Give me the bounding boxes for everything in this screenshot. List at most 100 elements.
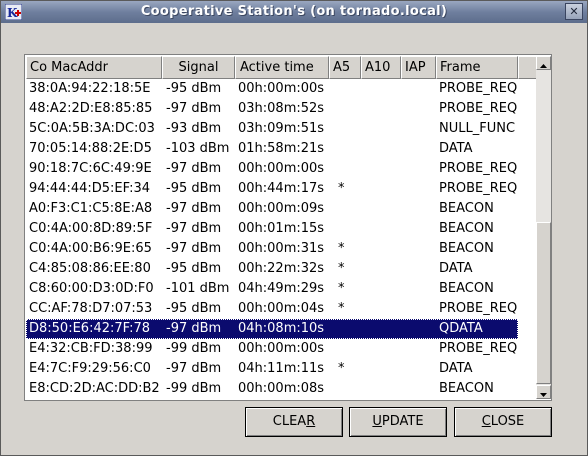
cell-frame: QDATA	[439, 321, 483, 336]
cell-signal: -97 dBm	[166, 161, 222, 176]
cell-a5: *	[338, 241, 345, 256]
cooperative-stations-window: K Cooperative Station's (on tornado.loca…	[0, 0, 588, 456]
stations-table: Co MacAddr Signal Active time A5 A10 IAP…	[24, 54, 552, 401]
column-header-iap[interactable]: IAP	[401, 56, 436, 79]
cell-mac: C0:4A:00:8D:89:5F	[29, 221, 153, 236]
table-row[interactable]: E8:CD:2D:AC:DD:B2 -99 dBm 00h:00m:08s BEACO…	[26, 379, 518, 399]
table-row[interactable]: E4:32:CB:FD:38:99 -99 dBm 00h:00m:00s PROBE…	[26, 339, 518, 359]
cell-mac: 48:A2:2D:E8:85:85	[29, 101, 153, 116]
cell-frame: PROBE_REQ	[439, 341, 518, 356]
table-row[interactable]: A0:F3:C1:C5:8E:A8 -97 dBm 00h:00m:09s BEACO…	[26, 199, 518, 219]
cell-frame: DATA	[439, 141, 473, 156]
cell-active-time: 00h:00m:04s	[238, 301, 325, 316]
cell-frame: BEACON	[439, 281, 494, 296]
cell-frame: PROBE_REQ	[439, 181, 518, 196]
cell-mac: D8:50:E6:42:7F:78	[29, 321, 151, 336]
cell-signal: -93 dBm	[166, 121, 222, 136]
cell-a5: *	[338, 281, 345, 296]
cell-signal: -97 dBm	[166, 101, 222, 116]
column-header-a10[interactable]: A10	[361, 56, 401, 79]
update-button[interactable]: UPDATE	[349, 407, 447, 437]
cell-active-time: 00h:01m:15s	[238, 221, 325, 236]
table-row[interactable]: C4:85:08:86:EE:80 -95 dBm 00h:22m:32s * DATA	[26, 259, 518, 279]
cell-frame: NULL_FUNC	[439, 121, 516, 136]
cell-frame: BEACON	[439, 221, 494, 236]
cell-active-time: 03h:09m:51s	[238, 121, 325, 136]
cell-active-time: 00h:00m:00s	[238, 341, 325, 356]
scrollbar-thumb[interactable]	[536, 222, 551, 384]
column-header-signal[interactable]: Signal	[162, 56, 235, 79]
close-window-button[interactable]: ✕	[565, 3, 583, 20]
window-title: Cooperative Station's (on tornado.local)	[140, 4, 448, 19]
cell-signal: -95 dBm	[166, 261, 222, 276]
cell-active-time: 04h:49m:29s	[238, 281, 325, 296]
column-header-mac[interactable]: Co MacAddr	[26, 56, 162, 79]
cell-a5: *	[338, 361, 345, 376]
cell-signal: -95 dBm	[166, 181, 222, 196]
cell-active-time: 03h:08m:52s	[238, 101, 325, 116]
title-bar[interactable]: K Cooperative Station's (on tornado.loca…	[1, 1, 587, 23]
table-row[interactable]: 70:05:14:88:2E:D5 -103 dBm 01h:58m:21s DATA	[26, 139, 518, 159]
cell-active-time: 00h:22m:32s	[238, 261, 325, 276]
table-row[interactable]: C0:4A:00:8D:89:5F -97 dBm 00h:01m:15s BEACO…	[26, 219, 518, 239]
close-icon: ✕	[569, 5, 579, 18]
column-header-active-time[interactable]: Active time	[235, 56, 329, 79]
column-header-a5[interactable]: A5	[329, 56, 361, 79]
table-row[interactable]: CC:AF:78:D7:07:53 -95 dBm 00h:00m:04s * PROB…	[26, 299, 518, 319]
cell-mac: 38:0A:94:22:18:5E	[29, 81, 151, 96]
cell-mac: 5C:0A:5B:3A:DC:03	[29, 121, 155, 136]
cell-active-time: 00h:00m:08s	[238, 381, 325, 396]
cell-mac: A0:F3:C1:C5:8E:A8	[29, 201, 153, 216]
cell-frame: DATA	[439, 261, 473, 276]
cell-frame: DATA	[439, 361, 473, 376]
column-header-frame[interactable]: Frame	[436, 56, 518, 79]
cell-signal: -97 dBm	[166, 201, 222, 216]
cell-active-time: 00h:44m:17s	[238, 181, 325, 196]
cell-active-time: 00h:00m:09s	[238, 201, 325, 216]
table-row-selected[interactable]: D8:50:E6:42:7F:78 -97 dBm 04h:08m:10s QDATA	[26, 319, 518, 339]
cell-mac: E8:CD:2D:AC:DD:B2	[29, 381, 160, 396]
scroll-down-button[interactable]	[536, 385, 551, 399]
cell-a5: *	[338, 261, 345, 276]
cell-active-time: 04h:08m:10s	[238, 321, 325, 336]
cell-signal: -101 dBm	[166, 281, 230, 296]
cell-frame: BEACON	[439, 201, 494, 216]
table-row[interactable]: 48:A2:2D:E8:85:85 -97 dBm 03h:08m:52s PROBE…	[26, 99, 518, 119]
table-row[interactable]: C0:4A:00:B6:9E:65 -97 dBm 00h:00m:31s * BEAC…	[26, 239, 518, 259]
arrow-up-icon	[540, 64, 547, 68]
cell-frame: PROBE_REQ	[439, 161, 518, 176]
cell-mac: C4:85:08:86:EE:80	[29, 261, 151, 276]
cell-frame: BEACON	[439, 381, 494, 396]
table-row[interactable]: 90:18:7C:6C:49:9E -97 dBm 00h:00m:00s PROBE…	[26, 159, 518, 179]
close-button[interactable]: CLOSE	[454, 407, 552, 437]
table-row[interactable]: 94:44:44:D5:EF:34 -95 dBm 00h:44m:17s * PROB…	[26, 179, 518, 199]
cell-mac: E4:32:CB:FD:38:99	[29, 341, 153, 356]
cell-signal: -95 dBm	[166, 301, 222, 316]
cell-signal: -103 dBm	[166, 141, 230, 156]
cell-mac: C8:60:00:D3:0D:F0	[29, 281, 154, 296]
table-row[interactable]: E4:7C:F9:29:56:C0 -97 dBm 04h:11m:11s * DATA	[26, 359, 518, 379]
table-header: Co MacAddr Signal Active time A5 A10 IAP…	[26, 56, 536, 79]
cell-mac: 94:44:44:D5:EF:34	[29, 181, 151, 196]
cell-frame: PROBE_REQ	[439, 81, 518, 96]
cell-signal: -97 dBm	[166, 361, 222, 376]
cell-active-time: 00h:00m:00s	[238, 161, 325, 176]
table-row[interactable]: 5C:0A:5B:3A:DC:03 -93 dBm 03h:09m:51s NULL_…	[26, 119, 518, 139]
cell-signal: -99 dBm	[166, 381, 222, 396]
clear-button[interactable]: CLEAR	[245, 407, 343, 437]
cell-signal: -97 dBm	[166, 221, 222, 236]
cell-frame: BEACON	[439, 241, 494, 256]
cell-signal: -99 dBm	[166, 341, 222, 356]
cell-mac: E4:7C:F9:29:56:C0	[29, 361, 151, 376]
table-row[interactable]: C8:60:00:D3:0D:F0 -101 dBm 04h:49m:29s * BEA…	[26, 279, 518, 299]
scroll-up-button[interactable]	[536, 56, 551, 70]
table-row[interactable]: 38:0A:94:22:18:5E -95 dBm 00h:00m:00s PROBE…	[26, 79, 518, 99]
vertical-scrollbar[interactable]	[536, 56, 551, 399]
cell-frame: PROBE_REQ	[439, 101, 518, 116]
cell-mac: CC:AF:78:D7:07:53	[29, 301, 153, 316]
cell-mac: 90:18:7C:6C:49:9E	[29, 161, 152, 176]
cell-mac: C0:4A:00:B6:9E:65	[29, 241, 152, 256]
cell-active-time: 00h:00m:00s	[238, 81, 325, 96]
cell-signal: -97 dBm	[166, 241, 222, 256]
cell-active-time: 04h:11m:11s	[238, 361, 325, 376]
